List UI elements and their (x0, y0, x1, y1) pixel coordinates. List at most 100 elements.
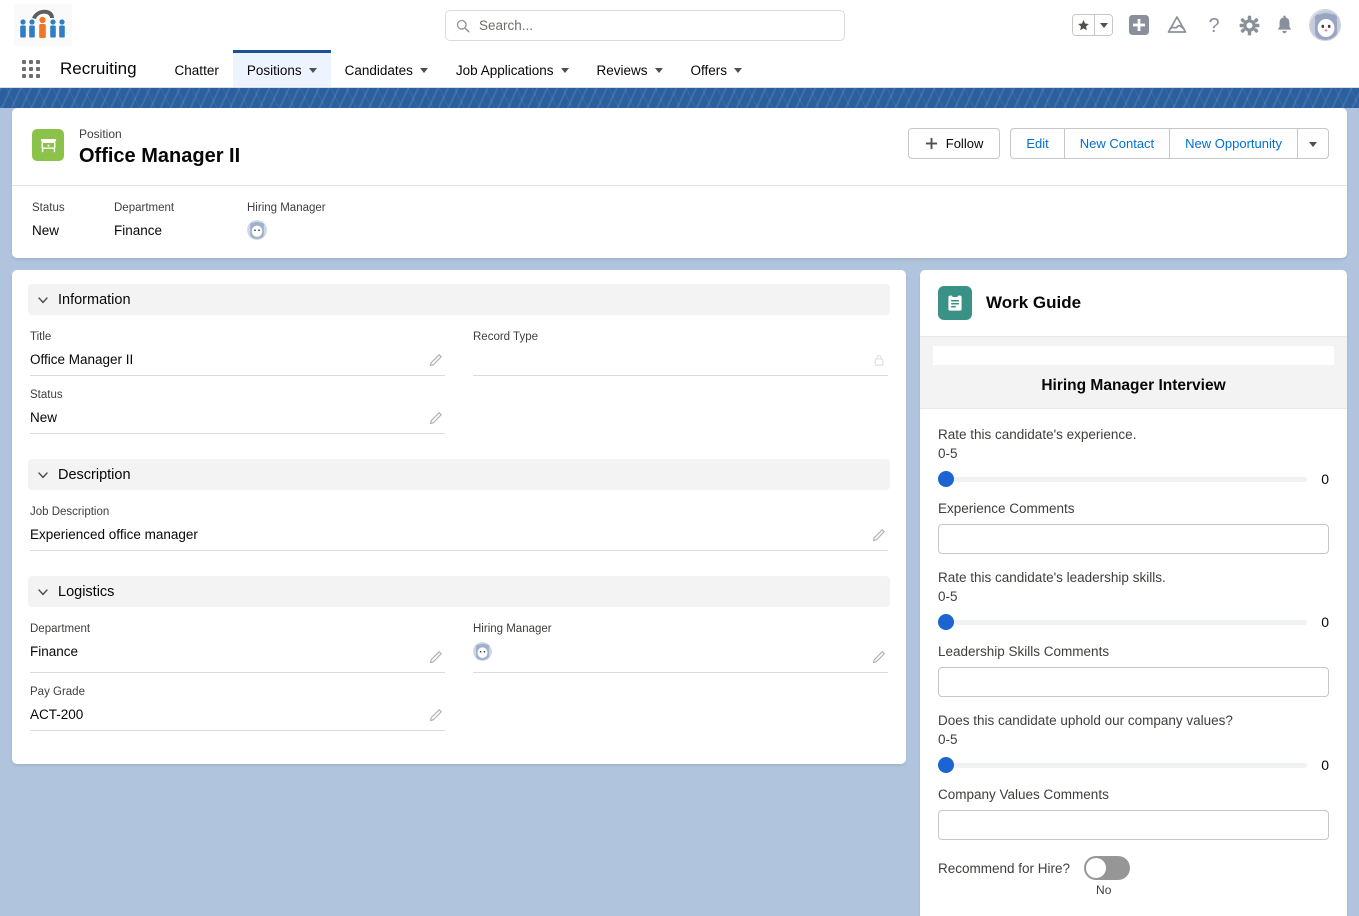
experience-comments-label: Experience Comments (938, 501, 1075, 516)
slider-company-values[interactable] (938, 757, 1307, 773)
lock-icon (874, 354, 884, 366)
highlight-department: Department Finance (114, 200, 247, 240)
work-guide-banner: Hiring Manager Interview (920, 337, 1347, 409)
new-contact-button[interactable]: New Contact (1063, 128, 1170, 159)
work-guide-banner-title: Hiring Manager Interview (1041, 377, 1226, 394)
section-header-information[interactable]: Information (28, 284, 890, 315)
field-department-label: Department (30, 623, 91, 635)
tab-candidates-label: Candidates (344, 62, 413, 78)
global-header: ? (0, 0, 1359, 50)
add-icon[interactable] (1128, 14, 1150, 36)
tab-positions[interactable]: Positions (232, 50, 331, 87)
global-search[interactable] (445, 10, 845, 41)
field-grid-description: Job Description Experienced office manag… (28, 490, 890, 562)
tab-chatter[interactable]: Chatter (161, 50, 233, 87)
chevron-down-icon[interactable] (560, 68, 569, 73)
field-pay-grade-label: Pay Grade (30, 686, 85, 698)
edit-pencil-icon[interactable] (429, 650, 443, 664)
edit-pencil-icon[interactable] (429, 411, 443, 425)
field-title: Title Office Manager II (30, 329, 445, 376)
favorites-control[interactable] (1072, 14, 1113, 36)
recruiting-logo[interactable] (14, 4, 72, 46)
tab-offers[interactable]: Offers (677, 50, 757, 87)
slider-company-values-row: 0 (938, 757, 1329, 773)
field-status-label: Status (30, 389, 63, 401)
edit-pencil-icon[interactable] (429, 708, 443, 722)
app-launcher-grid-icon (22, 59, 40, 78)
leadership-comments-input[interactable] (938, 667, 1329, 697)
cloud-service-icon[interactable] (1165, 14, 1189, 36)
app-launcher-button[interactable] (22, 50, 48, 87)
page-body: Position Office Manager II Follow Edit N… (0, 108, 1359, 916)
slider-company-values-value: 0 (1321, 757, 1329, 773)
favorites-dropdown-caret-icon[interactable] (1095, 15, 1112, 35)
chevron-down-icon[interactable] (734, 68, 743, 73)
tab-reviews-label: Reviews (596, 62, 648, 78)
chevron-down-icon[interactable] (654, 68, 663, 73)
search-input[interactable] (479, 18, 779, 33)
hiring-manager-avatar[interactable] (473, 642, 492, 661)
highlight-hiring-manager-label: Hiring Manager (247, 202, 326, 214)
slider-company-values-thumb[interactable] (938, 757, 954, 773)
section-title-logistics: Logistics (58, 583, 115, 600)
edit-pencil-icon[interactable] (872, 528, 886, 542)
field-spacer (473, 387, 888, 434)
chevron-down-icon (38, 588, 48, 595)
edit-pencil-icon[interactable] (872, 650, 886, 664)
record-header: Position Office Manager II Follow Edit N… (12, 108, 1347, 258)
recommend-for-hire-row: Recommend for Hire? No (938, 856, 1329, 915)
chevron-down-icon[interactable] (419, 68, 428, 73)
app-name[interactable]: Recruiting (60, 50, 137, 87)
question-experience-label: Rate this candidate's experience. (938, 427, 1137, 442)
leadership-comments-label: Leadership Skills Comments (938, 644, 1110, 659)
field-record-type-label: Record Type (473, 331, 538, 343)
svg-text:?: ? (1208, 15, 1219, 36)
edit-button[interactable]: Edit (1010, 128, 1064, 159)
notifications-bell-icon[interactable] (1275, 15, 1294, 36)
page-title: Office Manager II (79, 145, 241, 167)
tab-reviews[interactable]: Reviews (583, 50, 677, 87)
section-header-description[interactable]: Description (28, 459, 890, 490)
follow-button[interactable]: Follow (907, 128, 1001, 159)
chevron-down-icon[interactable] (308, 68, 317, 73)
slider-experience-value: 0 (1321, 471, 1329, 487)
experience-comments-input[interactable] (938, 524, 1329, 554)
main-columns: Information Title Office Manager II Reco… (12, 270, 1347, 916)
section-header-logistics[interactable]: Logistics (28, 576, 890, 607)
question-company-values-label: Does this candidate uphold our company v… (938, 713, 1233, 728)
slider-leadership-thumb[interactable] (938, 614, 954, 630)
question-leadership-range: 0-5 (938, 589, 958, 604)
setup-gear-icon[interactable] (1239, 15, 1260, 36)
search-icon (456, 19, 470, 32)
help-icon[interactable]: ? (1204, 14, 1224, 36)
question-experience-range: 0-5 (938, 446, 958, 461)
field-grid-information: Title Office Manager II Record Type Stat… (28, 315, 890, 445)
record-highlights: Status New Department Finance Hiring Man… (12, 185, 1347, 258)
slider-leadership[interactable] (938, 614, 1307, 630)
chevron-down-icon (38, 296, 48, 303)
field-pay-grade: Pay Grade ACT-200 (30, 684, 445, 731)
recommend-for-hire-toggle[interactable] (1084, 856, 1131, 880)
company-values-comments-input[interactable] (938, 810, 1329, 840)
field-department-value: Finance (30, 644, 79, 659)
hiring-manager-avatar[interactable] (247, 220, 267, 240)
tab-offers-label: Offers (690, 62, 728, 78)
slider-experience[interactable] (938, 471, 1307, 487)
new-opportunity-button[interactable]: New Opportunity (1169, 128, 1297, 159)
edit-pencil-icon[interactable] (429, 353, 443, 367)
search-box[interactable] (445, 10, 845, 41)
tab-candidates[interactable]: Candidates (331, 50, 442, 87)
field-hiring-manager-value (473, 642, 888, 667)
favorites-star-icon[interactable] (1073, 15, 1095, 35)
slider-leadership-value: 0 (1321, 614, 1329, 630)
slider-leadership-row: 0 (938, 614, 1329, 630)
work-guide-title: Work Guide (986, 293, 1082, 312)
highlight-department-value: Finance (114, 223, 163, 238)
more-actions-button[interactable] (1297, 128, 1329, 159)
user-avatar[interactable] (1309, 9, 1341, 41)
record-object-label: Position (79, 127, 122, 141)
slider-experience-thumb[interactable] (938, 471, 954, 487)
tab-job-applications[interactable]: Job Applications (442, 50, 583, 87)
highlight-hiring-manager: Hiring Manager (247, 200, 326, 240)
header-icon-group: ? (1072, 0, 1341, 50)
